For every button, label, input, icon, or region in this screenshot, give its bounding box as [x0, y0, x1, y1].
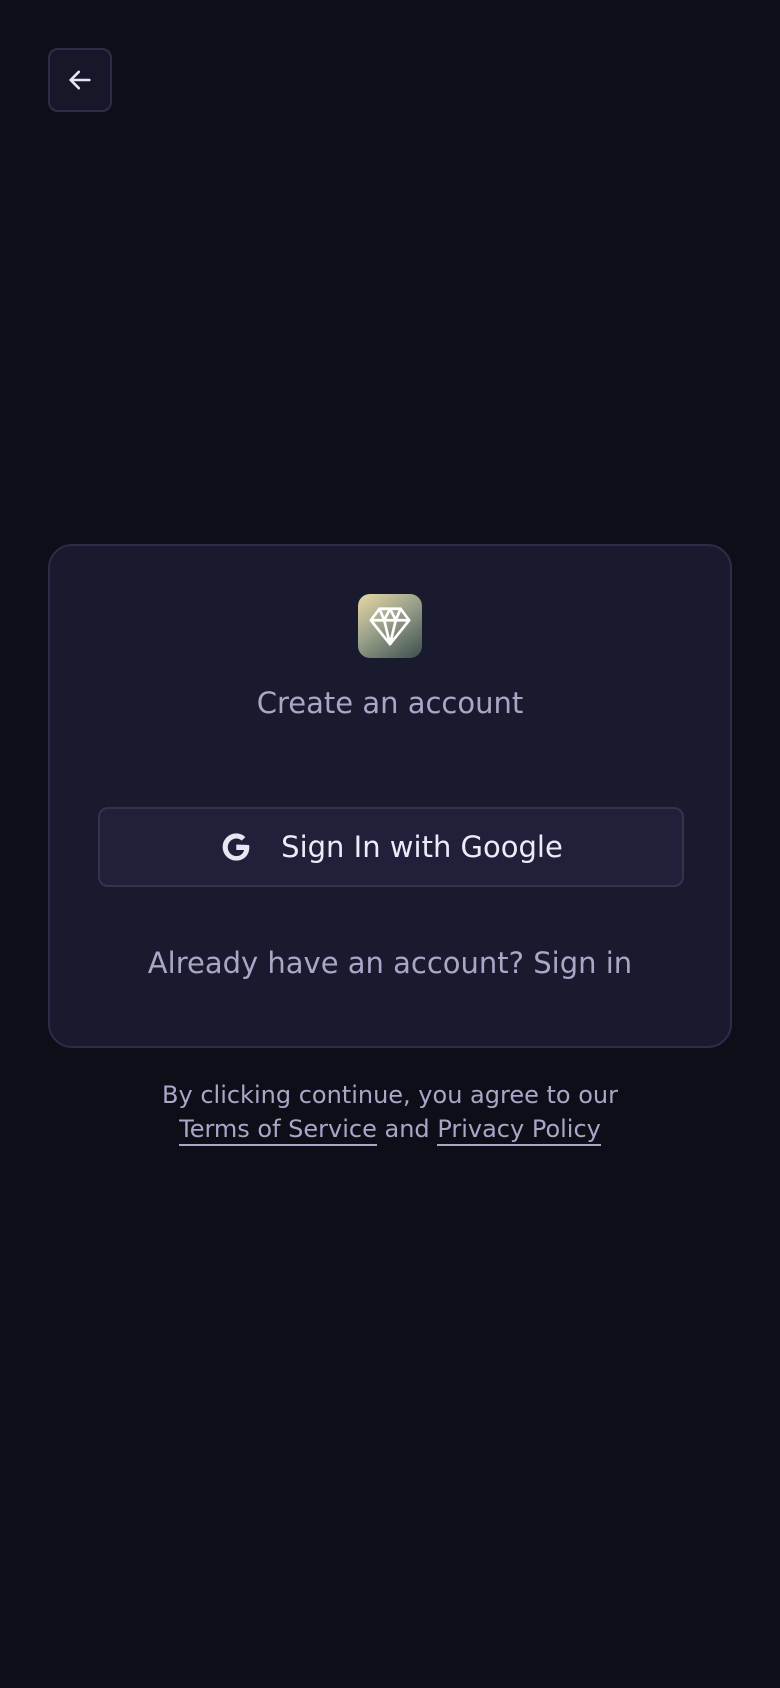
terms-of-service-link[interactable]: Terms of Service — [179, 1115, 377, 1146]
privacy-policy-link[interactable]: Privacy Policy — [437, 1115, 601, 1146]
signin-prompt-text: Already have an account? — [147, 946, 525, 980]
diamond-icon — [369, 607, 411, 646]
google-button-label: Sign In with Google — [281, 830, 563, 864]
legal-line-1: By clicking continue, you agree to our — [162, 1081, 618, 1109]
signin-link[interactable]: Sign in — [533, 946, 632, 980]
app-logo — [358, 594, 422, 658]
google-signin-button[interactable]: Sign In with Google — [98, 807, 684, 887]
signup-card: Create an account Sign In with Google Al… — [48, 544, 732, 1048]
google-icon — [222, 833, 250, 861]
back-button[interactable] — [48, 48, 112, 112]
auth-page: Create an account Sign In with Google Al… — [0, 0, 780, 1688]
arrow-left-icon — [69, 70, 91, 90]
legal-and-text: and — [384, 1115, 430, 1143]
legal-notice: By clicking continue, you agree to our T… — [0, 1078, 780, 1146]
signin-prompt: Already have an account? Sign in — [50, 946, 730, 980]
legal-line-2: Terms of Service and Privacy Policy — [0, 1112, 780, 1146]
card-title: Create an account — [256, 686, 524, 720]
